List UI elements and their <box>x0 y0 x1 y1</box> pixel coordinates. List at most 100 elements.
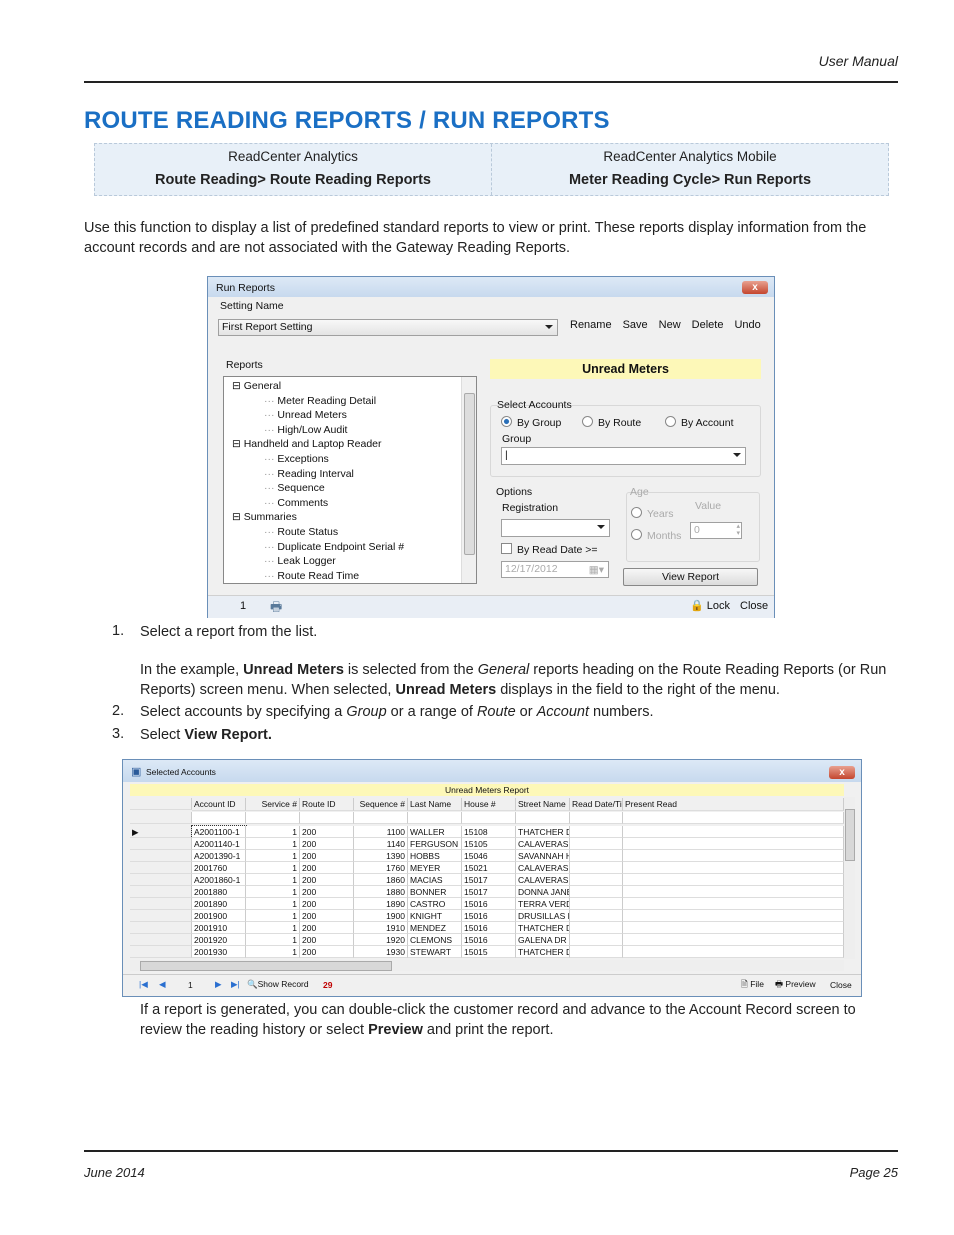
table-cell[interactable]: 2001880 <box>192 886 246 898</box>
table-cell[interactable] <box>570 826 623 838</box>
filter-cell[interactable] <box>516 812 570 824</box>
table-cell[interactable]: 15016 <box>462 898 516 910</box>
horizontal-scrollbar[interactable] <box>130 960 844 971</box>
radio-months[interactable]: Months <box>631 529 681 542</box>
filter-cell[interactable] <box>623 812 844 824</box>
filter-cell[interactable] <box>354 812 408 824</box>
table-cell[interactable] <box>623 946 844 958</box>
table-cell[interactable]: 1 <box>246 826 300 838</box>
table-cell[interactable]: 15021 <box>462 862 516 874</box>
table-cell[interactable] <box>623 886 844 898</box>
table-cell[interactable]: 1 <box>246 910 300 922</box>
record-position[interactable]: 1 <box>188 980 193 990</box>
row-header[interactable] <box>130 934 192 946</box>
lock-button[interactable]: 🔒 Lock <box>690 599 730 612</box>
preview-button[interactable]: 🖶 Preview <box>775 979 816 993</box>
table-cell[interactable]: 200 <box>300 838 354 850</box>
table-cell[interactable]: 2001910 <box>192 922 246 934</box>
table-cell[interactable]: 1920 <box>354 934 408 946</box>
table-cell[interactable]: 1900 <box>354 910 408 922</box>
tree-node[interactable]: ⊟ General <box>232 380 281 392</box>
filter-cell[interactable] <box>408 812 462 824</box>
table-cell[interactable]: 1910 <box>354 922 408 934</box>
table-cell[interactable]: 1140 <box>354 838 408 850</box>
table-cell[interactable]: CALAVERAS DR <box>516 862 570 874</box>
table-cell[interactable]: THATCHER DR <box>516 922 570 934</box>
tree-node[interactable]: ··· Route Read Time <box>264 570 359 582</box>
table-cell[interactable]: A2001860-1 <box>192 874 246 886</box>
reports-tree[interactable]: ⊟ General ··· Meter Reading Detail ··· Unr… <box>223 376 477 584</box>
scroll-thumb[interactable] <box>464 393 475 555</box>
row-header[interactable] <box>130 798 192 810</box>
tree-node[interactable]: ··· Meter Reading Detail <box>264 395 376 407</box>
first-record-icon[interactable]: |◀ <box>139 979 148 990</box>
table-cell[interactable]: TERRA VERDE D <box>516 898 570 910</box>
table-cell[interactable]: 200 <box>300 910 354 922</box>
value-stepper[interactable]: 0 ▴ ▾ <box>690 522 742 539</box>
table-cell[interactable]: 15105 <box>462 838 516 850</box>
last-record-icon[interactable]: ▶| <box>231 979 240 990</box>
radio-by-route[interactable]: By Route <box>582 416 641 429</box>
table-cell[interactable] <box>570 874 623 886</box>
table-cell[interactable] <box>623 910 844 922</box>
table-cell[interactable] <box>623 850 844 862</box>
row-header[interactable] <box>130 812 192 824</box>
table-cell[interactable]: 200 <box>300 826 354 838</box>
table-cell[interactable]: DONNA JANE LO <box>516 886 570 898</box>
table-cell[interactable] <box>570 862 623 874</box>
table-cell[interactable] <box>570 934 623 946</box>
close-icon[interactable]: x <box>742 281 768 294</box>
delete-button[interactable]: Delete <box>692 319 724 331</box>
table-cell[interactable]: 15046 <box>462 850 516 862</box>
table-cell[interactable]: 200 <box>300 946 354 958</box>
table-cell[interactable] <box>570 946 623 958</box>
table-cell[interactable]: MACIAS <box>408 874 462 886</box>
column-header[interactable]: Route ID <box>300 798 354 811</box>
undo-button[interactable]: Undo <box>734 319 760 331</box>
table-cell[interactable]: 200 <box>300 898 354 910</box>
table-cell[interactable]: MEYER <box>408 862 462 874</box>
tree-node[interactable]: ⊟ Handheld and Laptop Reader <box>232 438 382 450</box>
row-header[interactable]: ▶ <box>130 826 192 838</box>
registration-dropdown[interactable] <box>501 519 610 537</box>
table-cell[interactable] <box>570 898 623 910</box>
table-cell[interactable] <box>570 910 623 922</box>
printer-icon[interactable]: 🖶 <box>270 598 282 620</box>
table-cell[interactable]: CALAVERAS DR <box>516 838 570 850</box>
table-cell[interactable]: WALLER <box>408 826 462 838</box>
rename-button[interactable]: Rename <box>570 319 612 331</box>
table-cell[interactable]: 15016 <box>462 922 516 934</box>
table-cell[interactable]: 200 <box>300 934 354 946</box>
show-record-button[interactable]: 🔍Show Record <box>247 979 309 990</box>
table-cell[interactable] <box>623 898 844 910</box>
tree-node[interactable]: ··· Unread Meters <box>264 409 347 421</box>
table-cell[interactable]: A2001140-1 <box>192 838 246 850</box>
tree-node[interactable]: ··· Reading Interval <box>264 468 354 480</box>
row-header[interactable] <box>130 850 192 862</box>
table-cell[interactable]: SAVANNAH HEIG <box>516 850 570 862</box>
column-header[interactable]: Service # <box>246 798 300 811</box>
filter-cell[interactable] <box>192 812 246 824</box>
table-cell[interactable]: 1 <box>246 850 300 862</box>
table-cell[interactable]: CASTRO <box>408 898 462 910</box>
table-cell[interactable]: 2001900 <box>192 910 246 922</box>
table-cell[interactable]: 15017 <box>462 886 516 898</box>
table-cell[interactable]: HOBBS <box>408 850 462 862</box>
table-cell[interactable] <box>570 850 623 862</box>
collapse-icon[interactable]: ⊟ <box>232 438 244 450</box>
table-cell[interactable]: 1 <box>246 922 300 934</box>
table-cell[interactable]: CLEMONS <box>408 934 462 946</box>
table-cell[interactable]: 15016 <box>462 934 516 946</box>
table-cell[interactable]: 1100 <box>354 826 408 838</box>
tree-node[interactable]: ··· High/Low Audit <box>264 424 347 436</box>
table-cell[interactable] <box>623 862 844 874</box>
row-header[interactable] <box>130 946 192 958</box>
close-icon[interactable]: x <box>829 766 855 779</box>
new-button[interactable]: New <box>659 319 681 331</box>
next-record-icon[interactable]: ▶ <box>215 979 222 990</box>
table-cell[interactable]: 15015 <box>462 946 516 958</box>
table-cell[interactable]: 15017 <box>462 874 516 886</box>
table-cell[interactable]: 200 <box>300 886 354 898</box>
filter-cell[interactable] <box>570 812 623 824</box>
column-header[interactable]: Account ID <box>192 798 246 811</box>
